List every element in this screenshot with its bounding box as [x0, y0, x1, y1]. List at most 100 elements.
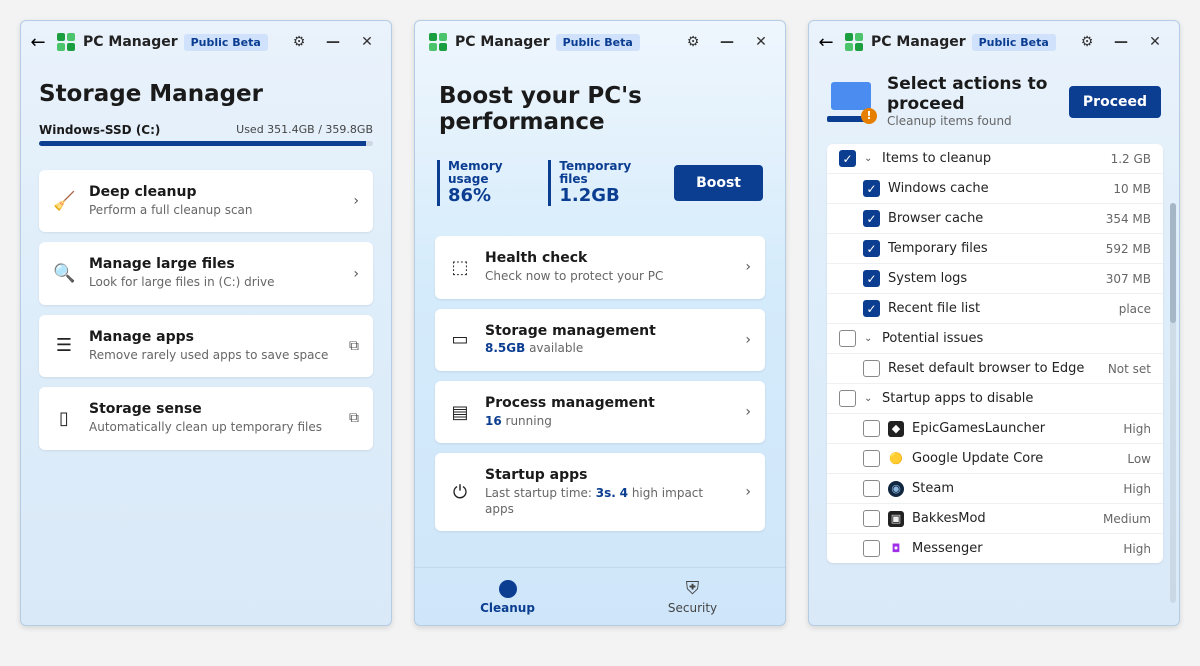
- drive-name: Windows-SSD (C:): [39, 123, 160, 137]
- titlebar: ← PC Manager Public Beta ⚙ — ✕: [809, 21, 1179, 63]
- checkbox[interactable]: [863, 510, 880, 527]
- item-epicgameslauncher[interactable]: ◆ EpicGamesLauncher High: [827, 414, 1163, 444]
- beta-badge: Public Beta: [972, 34, 1056, 51]
- card-title: Health check: [485, 250, 731, 267]
- settings-button[interactable]: ⚙: [679, 28, 707, 56]
- drive-usage-bar: [39, 141, 373, 146]
- card-storage-sense[interactable]: ▯ Storage sense Automatically clean up t…: [39, 387, 373, 449]
- checkbox[interactable]: ✓: [863, 210, 880, 227]
- checkbox[interactable]: [839, 330, 856, 347]
- boost-button[interactable]: Boost: [674, 165, 763, 201]
- item-steam[interactable]: ◉ Steam High: [827, 474, 1163, 504]
- checkbox[interactable]: ✓: [863, 270, 880, 287]
- titlebar: PC Manager Public Beta ⚙ — ✕: [415, 21, 785, 63]
- settings-button[interactable]: ⚙: [1073, 28, 1101, 56]
- window-storage-manager: ← PC Manager Public Beta ⚙ — ✕ Storage M…: [20, 20, 392, 626]
- card-title: Process management: [485, 395, 731, 412]
- checkbox[interactable]: ✓: [863, 240, 880, 257]
- item-system-logs[interactable]: ✓ System logs 307 MB: [827, 264, 1163, 294]
- nav-cleanup[interactable]: Cleanup: [415, 568, 600, 625]
- checkbox[interactable]: [863, 360, 880, 377]
- close-button[interactable]: ✕: [353, 28, 381, 56]
- back-button[interactable]: ←: [817, 32, 835, 53]
- card-subtitle: Look for large files in (C:) drive: [89, 275, 339, 291]
- card-storage-management[interactable]: ▭ Storage management 8.5GB available ›: [435, 309, 765, 371]
- window-select-actions: ← PC Manager Public Beta ⚙ — ✕ ! Select …: [808, 20, 1180, 626]
- item-google-update[interactable]: 🟡 Google Update Core Low: [827, 444, 1163, 474]
- group-items-to-cleanup[interactable]: ✓ ⌄ Items to cleanup 1.2 GB: [827, 144, 1163, 174]
- drive-icon: ▭: [449, 329, 471, 350]
- broom-icon: 🧹: [53, 191, 75, 212]
- card-title: Startup apps: [485, 467, 731, 484]
- beta-badge: Public Beta: [184, 34, 268, 51]
- settings-button[interactable]: ⚙: [285, 28, 313, 56]
- item-messenger[interactable]: ◘ Messenger High: [827, 534, 1163, 563]
- stat-value: 1.2GB: [559, 186, 648, 206]
- checkbox[interactable]: ✓: [863, 300, 880, 317]
- minimize-button[interactable]: —: [713, 28, 741, 56]
- chevron-down-icon[interactable]: ⌄: [864, 333, 874, 344]
- gear-icon: ⚙: [687, 34, 700, 50]
- item-temporary-files[interactable]: ✓ Temporary files 592 MB: [827, 234, 1163, 264]
- titlebar: ← PC Manager Public Beta ⚙ — ✕: [21, 21, 391, 63]
- card-subtitle: Remove rarely used apps to save space: [89, 348, 335, 364]
- actions-list[interactable]: ✓ ⌄ Items to cleanup 1.2 GB ✓ Windows ca…: [827, 144, 1163, 563]
- process-icon: ▤: [449, 402, 471, 423]
- item-bakkesmod[interactable]: ▣ BakkesMod Medium: [827, 504, 1163, 534]
- card-subtitle: 16 running: [485, 414, 731, 430]
- nav-label: Security: [668, 601, 717, 615]
- power-icon: ⏻: [449, 482, 471, 503]
- card-deep-cleanup[interactable]: 🧹 Deep cleanup Perform a full cleanup sc…: [39, 170, 373, 232]
- stat-label: Memory usage: [448, 160, 532, 186]
- checkbox[interactable]: ✓: [863, 180, 880, 197]
- google-icon: 🟡: [888, 451, 904, 467]
- nav-security[interactable]: ⛨ Security: [600, 568, 785, 625]
- close-button[interactable]: ✕: [747, 28, 775, 56]
- minimize-button[interactable]: —: [1107, 28, 1135, 56]
- card-title: Manage large files: [89, 256, 339, 273]
- checkbox[interactable]: [839, 390, 856, 407]
- chevron-down-icon[interactable]: ⌄: [864, 153, 874, 164]
- card-startup-apps[interactable]: ⏻ Startup apps Last startup time: 3s. 4 …: [435, 453, 765, 531]
- item-reset-edge[interactable]: Reset default browser to Edge Not set: [827, 354, 1163, 384]
- beta-badge: Public Beta: [556, 34, 640, 51]
- bakkesmod-icon: ▣: [888, 511, 904, 527]
- item-recent-file-list[interactable]: ✓ Recent file list place: [827, 294, 1163, 324]
- app-title: PC Manager: [871, 34, 966, 50]
- item-windows-cache[interactable]: ✓ Windows cache 10 MB: [827, 174, 1163, 204]
- back-button[interactable]: ←: [29, 32, 47, 53]
- app-logo-icon: [57, 33, 75, 51]
- header-block: ! Select actions to proceed Cleanup item…: [809, 63, 1179, 144]
- card-subtitle: Check now to protect your PC: [485, 269, 731, 285]
- apps-list-icon: ☰: [53, 335, 75, 356]
- bottom-nav: Cleanup ⛨ Security: [415, 567, 785, 625]
- chevron-down-icon[interactable]: ⌄: [864, 393, 874, 404]
- close-button[interactable]: ✕: [1141, 28, 1169, 56]
- card-health-check[interactable]: ⬚ Health check Check now to protect your…: [435, 236, 765, 298]
- search-file-icon: 🔍: [53, 263, 75, 284]
- scrollbar-thumb[interactable]: [1170, 203, 1176, 323]
- proceed-button[interactable]: Proceed: [1069, 86, 1161, 118]
- chevron-right-icon: ›: [745, 332, 751, 348]
- card-process-management[interactable]: ▤ Process management 16 running ›: [435, 381, 765, 443]
- chevron-right-icon: ›: [353, 193, 359, 209]
- checkbox[interactable]: [863, 450, 880, 467]
- card-subtitle: 8.5GB available: [485, 341, 731, 357]
- checkbox[interactable]: [863, 540, 880, 557]
- checkbox[interactable]: [863, 420, 880, 437]
- checkbox[interactable]: ✓: [839, 150, 856, 167]
- steam-icon: ◉: [888, 481, 904, 497]
- drive-usage: Used 351.4GB / 359.8GB: [236, 123, 373, 137]
- card-manage-apps[interactable]: ☰ Manage apps Remove rarely used apps to…: [39, 315, 373, 377]
- stat-tempfiles: Temporary files 1.2GB: [548, 160, 648, 206]
- item-browser-cache[interactable]: ✓ Browser cache 354 MB: [827, 204, 1163, 234]
- card-title: Manage apps: [89, 329, 335, 346]
- group-potential-issues[interactable]: ⌄ Potential issues: [827, 324, 1163, 354]
- health-icon: ⬚: [449, 257, 471, 278]
- card-manage-large-files[interactable]: 🔍 Manage large files Look for large file…: [39, 242, 373, 304]
- page-heading: Boost your PC's performance: [415, 83, 785, 135]
- stats-row: Memory usage 86% Temporary files 1.2GB B…: [415, 160, 785, 206]
- group-startup-apps[interactable]: ⌄ Startup apps to disable: [827, 384, 1163, 414]
- minimize-button[interactable]: —: [319, 28, 347, 56]
- checkbox[interactable]: [863, 480, 880, 497]
